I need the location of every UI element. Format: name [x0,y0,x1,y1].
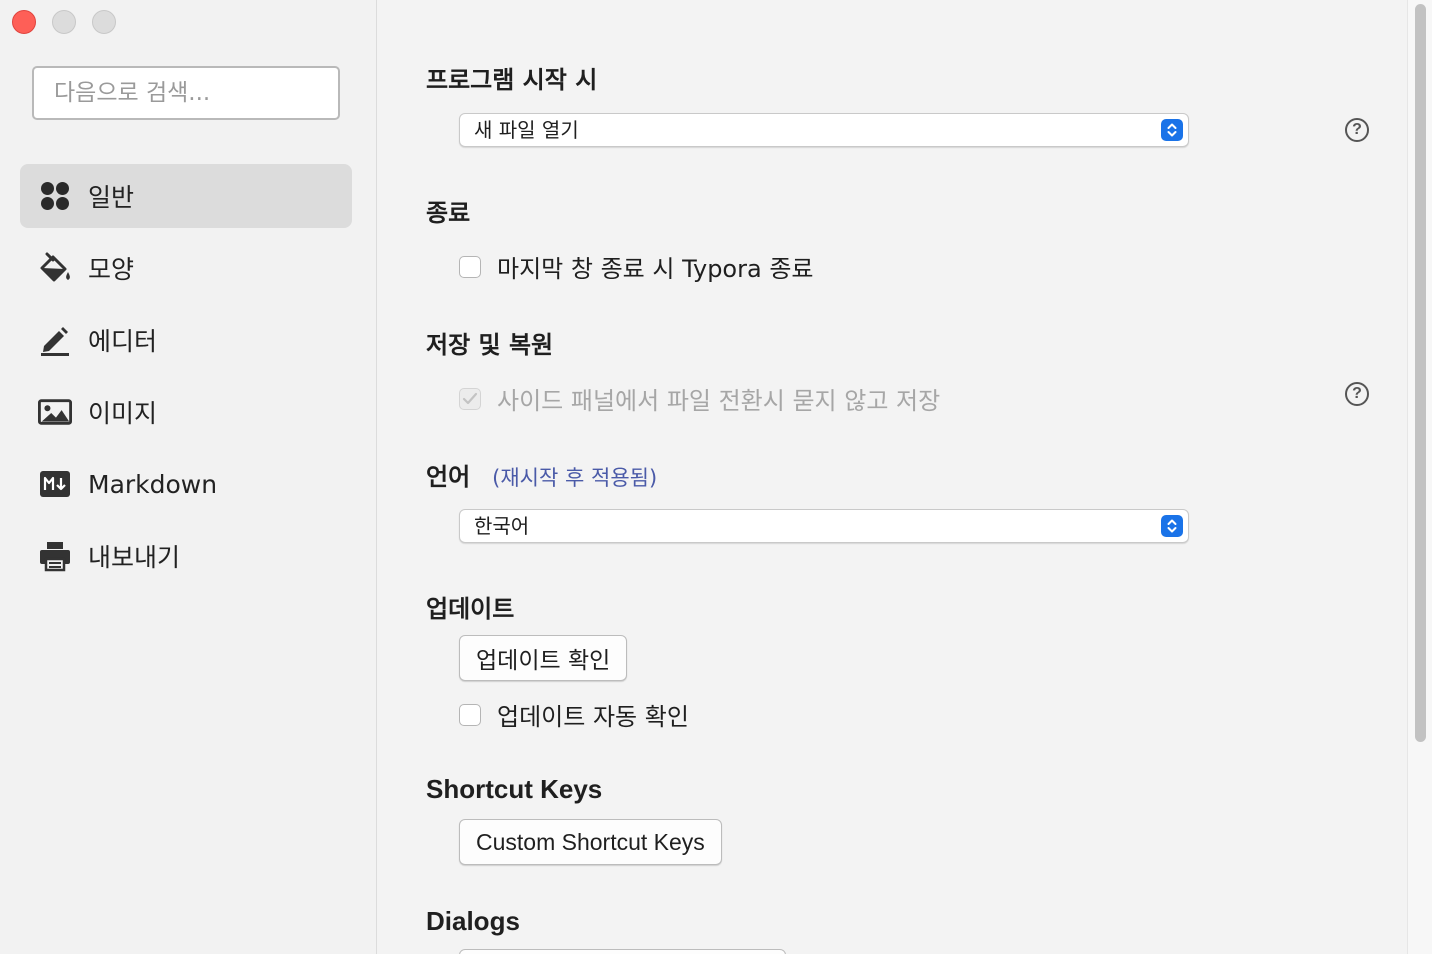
sidebar-item-label: 모양 [88,255,135,284]
save-checkbox-row: 사이드 패널에서 파일 전환시 묻지 않고 저장 [459,381,940,416]
printer-icon [38,539,72,573]
sidebar-item-editor[interactable]: 에디터 [20,308,352,372]
section-title-save: 저장 및 복원 [426,331,554,359]
custom-shortcut-keys-button[interactable]: Custom Shortcut Keys [459,819,722,865]
sidebar-item-markdown[interactable]: Markdown [20,452,352,516]
auto-update-checkbox[interactable] [459,703,481,726]
sidebar-item-export[interactable]: 내보내기 [20,524,352,588]
sidebar-item-general[interactable]: 일반 [20,164,352,228]
scrollbar-thumb[interactable] [1415,4,1426,742]
save-checkbox-label: 사이드 패널에서 파일 전환시 묻지 않고 저장 [497,387,941,415]
close-window-button[interactable] [12,10,36,34]
quit-checkbox[interactable] [459,255,481,278]
dialogs-button[interactable] [459,949,786,954]
markdown-icon [38,467,72,501]
sidebar-item-label: 에디터 [88,327,158,356]
help-icon[interactable]: ? [1345,118,1369,142]
save-checkbox [459,387,481,410]
select-arrows-icon [1161,119,1183,141]
auto-update-checkbox-label: 업데이트 자동 확인 [497,703,689,731]
sidebar: 일반 모양 에디터 [0,0,377,954]
language-select[interactable]: 한국어 [459,509,1189,543]
image-icon [38,395,72,429]
auto-update-checkbox-row[interactable]: 업데이트 자동 확인 [459,697,689,732]
quit-checkbox-label: 마지막 창 종료 시 Typora 종료 [497,255,814,283]
maximize-window-button[interactable] [92,10,116,34]
settings-panel: 프로그램 시작 시 새 파일 열기 ? 종료 마지막 창 종료 시 Typora… [377,0,1407,954]
minimize-window-button[interactable] [52,10,76,34]
language-title-text: 언어 [426,463,471,491]
section-title-startup: 프로그램 시작 시 [426,66,598,94]
sidebar-item-label: 이미지 [88,399,158,428]
general-grid-icon [38,179,72,213]
sidebar-item-label: 내보내기 [88,543,181,572]
startup-select-value: 새 파일 열기 [474,118,579,142]
sidebar-item-label: 일반 [88,183,135,212]
paint-bucket-icon [38,251,72,285]
section-title-update: 업데이트 [426,595,515,623]
section-title-quit: 종료 [426,199,471,227]
section-title-shortcuts: Shortcut Keys [426,774,603,804]
sidebar-item-image[interactable]: 이미지 [20,380,352,444]
vertical-scrollbar[interactable] [1407,0,1432,954]
select-arrows-icon [1161,515,1183,537]
sidebar-item-label: Markdown [88,469,218,499]
section-title-dialogs: Dialogs [426,906,520,936]
startup-select[interactable]: 새 파일 열기 [459,113,1189,147]
checkmark-icon [462,392,478,404]
quit-checkbox-row[interactable]: 마지막 창 종료 시 Typora 종료 [459,249,813,284]
check-update-button[interactable]: 업데이트 확인 [459,635,628,681]
language-select-value: 한국어 [474,514,530,538]
help-icon[interactable]: ? [1345,382,1369,406]
search-input[interactable] [32,66,340,120]
pencil-icon [38,323,72,357]
section-title-language: 언어 (재시작 후 적용됨) [426,457,657,492]
preferences-window: 일반 모양 에디터 [0,0,1432,954]
restart-hint: (재시작 후 적용됨) [492,466,658,490]
sidebar-item-appearance[interactable]: 모양 [20,236,352,300]
